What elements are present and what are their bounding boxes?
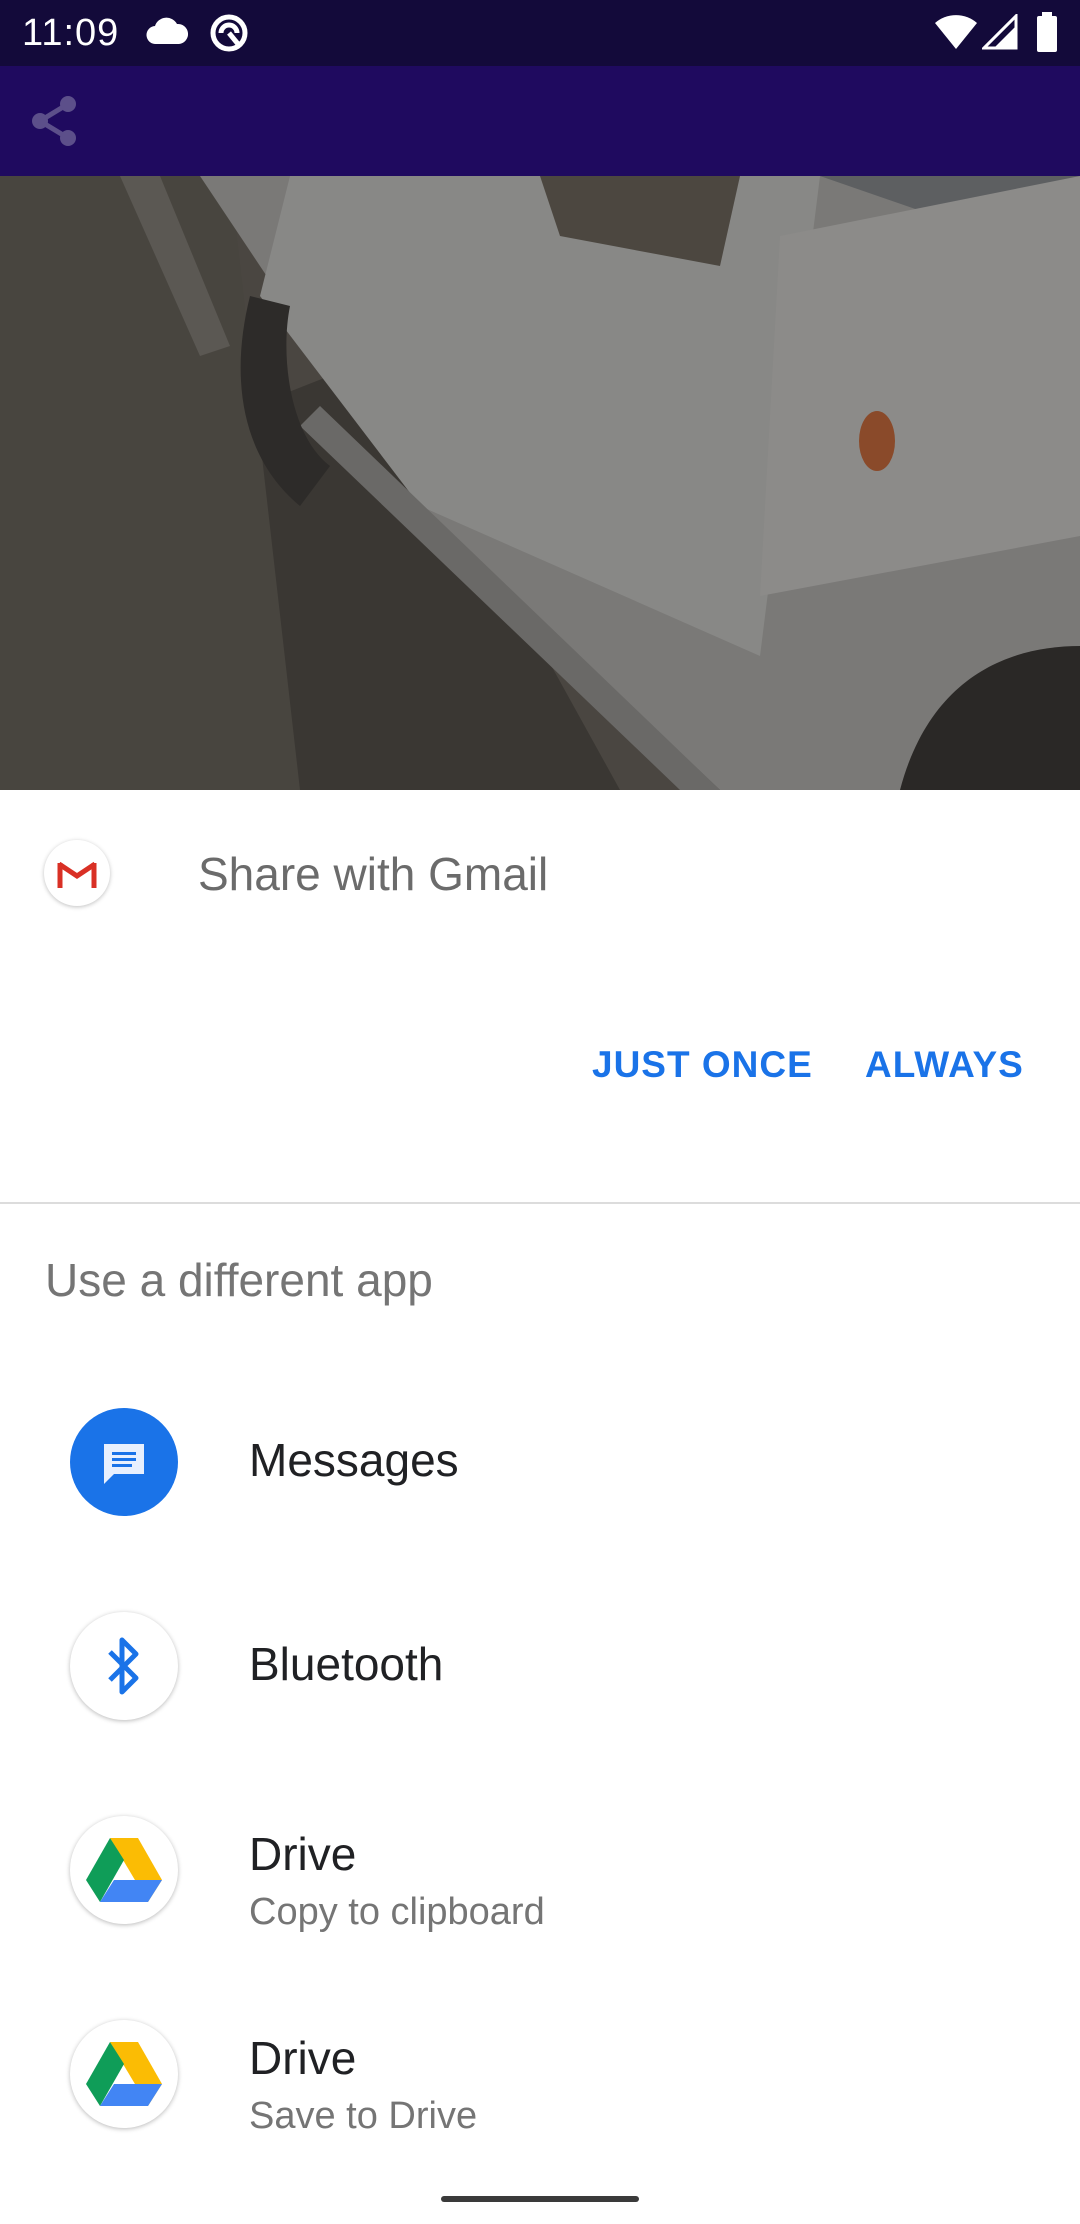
- messages-icon: [70, 1408, 178, 1516]
- just-once-button[interactable]: JUST ONCE: [592, 1042, 813, 1088]
- cellular-signal-icon: [980, 12, 1018, 55]
- wifi-icon: [934, 14, 978, 55]
- share-sheet: Share with Gmail JUST ONCE ALWAYS Use a …: [0, 790, 1080, 2220]
- cloud-icon: [146, 16, 189, 51]
- drive-icon: [70, 1816, 178, 1924]
- divider: [0, 1202, 1080, 1204]
- default-app-title: Share with Gmail: [198, 848, 549, 900]
- section-title: Use a different app: [45, 1254, 433, 1306]
- app-name: Drive: [249, 1828, 357, 1880]
- app-name: Bluetooth: [249, 1638, 444, 1690]
- bluetooth-icon: [70, 1612, 178, 1720]
- app-row-drive-copy[interactable]: Drive Copy to clipboard: [0, 1816, 1080, 2020]
- app-name: Messages: [249, 1434, 459, 1486]
- shared-photo-preview: [0, 176, 1080, 790]
- status-time: 11:09: [22, 12, 120, 54]
- always-button[interactable]: ALWAYS: [865, 1042, 1024, 1088]
- status-bar: 11:09: [0, 0, 1080, 66]
- battery-icon: [1036, 12, 1058, 57]
- app-subtitle: Copy to clipboard: [249, 1891, 545, 1933]
- sync-icon: [208, 12, 250, 59]
- app-row-messages[interactable]: Messages: [0, 1408, 1080, 1612]
- app-name: Drive: [249, 2032, 357, 2084]
- share-icon[interactable]: [28, 94, 82, 148]
- app-bar: [0, 66, 1080, 176]
- navigation-handle[interactable]: [441, 2196, 639, 2202]
- app-row-drive-save[interactable]: Drive Save to Drive: [0, 2020, 1080, 2224]
- app-row-bluetooth[interactable]: Bluetooth: [0, 1612, 1080, 1816]
- gmail-icon: [44, 840, 110, 906]
- default-app-row[interactable]: Share with Gmail: [0, 790, 1080, 970]
- drive-icon: [70, 2020, 178, 2128]
- app-subtitle: Save to Drive: [249, 2095, 478, 2137]
